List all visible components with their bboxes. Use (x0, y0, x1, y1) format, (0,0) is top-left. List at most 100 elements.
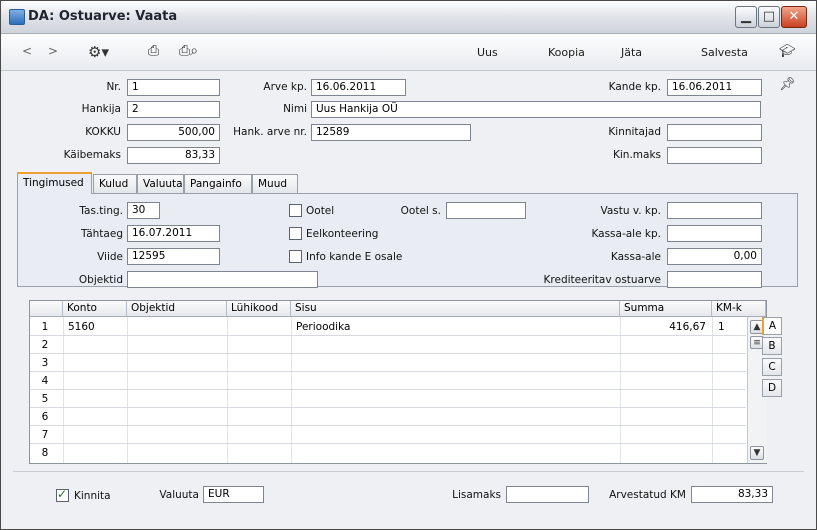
save-button[interactable]: Salvesta (701, 46, 748, 59)
arve-kp-label: Arve kp. (263, 81, 307, 93)
window-title: DA: Ostuarve: Vaata (28, 9, 178, 24)
grid-header-objektid[interactable]: Objektid (127, 301, 227, 317)
kaibemaks-label: Käibemaks (63, 149, 121, 161)
hank-arve-nr-field[interactable]: 12589 (311, 124, 471, 141)
kassa-ale-label: Kassa-ale (610, 251, 661, 263)
kinnita-checkbox[interactable] (56, 487, 69, 502)
viide-label: Viide (97, 251, 123, 263)
kinnita-label: Kinnita (74, 490, 111, 502)
row-number[interactable]: 3 (30, 357, 60, 369)
row-1-sisu[interactable]: Perioodika (296, 321, 350, 333)
side-tab-b[interactable]: B (762, 337, 782, 355)
objektid-label: Objektid (78, 274, 123, 286)
kassa-ale-kp-field[interactable] (667, 225, 762, 242)
print-icon[interactable]: ⎙ (148, 43, 159, 59)
row-number[interactable]: 4 (30, 375, 60, 387)
next-record-button[interactable]: > (48, 44, 58, 58)
row-1-km-k[interactable]: 1 (718, 321, 725, 333)
row-number[interactable]: 2 (30, 339, 60, 351)
hankija-label: Hankija (81, 103, 121, 115)
kaibemaks-field[interactable]: 83,33 (127, 147, 220, 164)
tab-pangainfo[interactable]: Pangainfo (184, 174, 252, 193)
footer-divider (13, 471, 804, 472)
nr-field[interactable]: 1 (127, 79, 220, 96)
copy-button[interactable]: Koopia (548, 46, 585, 59)
scroll-down-icon[interactable]: ▼ (750, 446, 764, 460)
vastu-v-kp-field[interactable] (667, 202, 762, 219)
tahtaeg-field[interactable]: 16.07.2011 (127, 225, 220, 242)
row-number[interactable]: 6 (30, 411, 60, 423)
row-number[interactable]: 1 (30, 321, 60, 333)
row-number[interactable]: 5 (30, 393, 60, 405)
gear-icon[interactable]: ⚙▾ (88, 43, 109, 61)
row-1-summa[interactable]: 416,67 (620, 321, 706, 333)
lisamaks-field[interactable] (506, 486, 589, 503)
grid-row-divider (30, 425, 746, 426)
nr-label: Nr. (106, 81, 121, 93)
title-bar: DA: Ostuarve: Vaata ▁ □ ✕ (1, 1, 816, 34)
tab-valuuta[interactable]: Valuuta (137, 174, 184, 193)
eelkonteering-label: Eelkonteering (306, 228, 379, 240)
grid-row-divider (30, 371, 746, 372)
grid-header-km-k[interactable]: KM-k (712, 301, 766, 317)
arvestatud-km-label: Arvestatud KM (609, 489, 686, 501)
nimi-field[interactable]: Uus Hankija OÜ (311, 101, 761, 118)
app-icon (9, 9, 25, 25)
maximize-button[interactable]: □ (758, 6, 780, 28)
kande-kp-label: Kande kp. (608, 81, 661, 93)
krediteeritav-label: Krediteeritav ostuarve (543, 274, 661, 286)
grid-header-sisu[interactable]: Sisu (291, 301, 620, 317)
kande-kp-field[interactable]: 16.06.2011 (667, 79, 762, 96)
grid-header-konto[interactable]: Konto (63, 301, 127, 317)
side-tab-a[interactable]: A (762, 317, 782, 335)
grid-col-divider (63, 317, 64, 463)
tab-muud[interactable]: Muud (252, 174, 298, 193)
grid-col-divider (712, 317, 713, 463)
row-number[interactable]: 8 (30, 447, 60, 459)
previous-record-button[interactable]: < (22, 44, 32, 58)
graduation-cap-icon[interactable]: 🎓︎ (779, 44, 796, 59)
tas-ting-field[interactable]: 30 (127, 202, 160, 219)
ootel-label: Ootel (306, 205, 335, 217)
tahtaeg-label: Tähtaeg (81, 228, 123, 240)
kassa-ale-field[interactable]: 0,00 (667, 248, 762, 265)
grid-row-divider (30, 443, 746, 444)
hank-arve-nr-label: Hank. arve nr. (233, 126, 307, 138)
krediteeritav-field[interactable] (667, 271, 762, 288)
minimize-icon: ▁ (741, 9, 751, 24)
arvestatud-km-field[interactable]: 83,33 (691, 486, 773, 503)
objektid-field[interactable] (127, 271, 318, 288)
print-preview-icon[interactable]: ⎙⌕ (179, 43, 198, 59)
row-1-konto[interactable]: 5160 (68, 321, 95, 333)
minimize-button[interactable]: ▁ (735, 6, 757, 28)
nimi-label: Nimi (283, 103, 307, 115)
grid-header-rownum (30, 301, 63, 317)
grid-header-luhikood[interactable]: Lühikood (227, 301, 291, 317)
info-kande-checkbox[interactable] (289, 250, 302, 263)
hankija-field[interactable]: 2 (127, 101, 220, 118)
grid-header-summa[interactable]: Summa (620, 301, 712, 317)
close-button[interactable]: ✕ (781, 6, 807, 28)
grid-col-divider (227, 317, 228, 463)
eelkonteering-checkbox[interactable] (289, 227, 302, 240)
info-kande-label: Info kande E osale (306, 251, 403, 263)
tab-kulud[interactable]: Kulud (93, 174, 137, 193)
discard-button[interactable]: Jäta (621, 46, 642, 59)
new-button[interactable]: Uus (477, 46, 498, 59)
arve-kp-field[interactable]: 16.06.2011 (311, 79, 406, 96)
kokku-label: KOKKU (85, 126, 121, 138)
valuuta-label: Valuuta (159, 489, 199, 501)
valuuta-field[interactable]: EUR (203, 486, 264, 503)
pin-icon[interactable]: 📌︎ (779, 77, 796, 92)
ootel-s-field[interactable] (446, 202, 526, 219)
row-number[interactable]: 7 (30, 429, 60, 441)
side-tab-c[interactable]: C (762, 358, 782, 376)
kokku-field[interactable]: 500,00 (127, 124, 220, 141)
tab-tingimused[interactable]: Tingimused (17, 172, 92, 194)
ootel-checkbox[interactable] (289, 204, 302, 217)
side-tab-d[interactable]: D (762, 379, 782, 397)
kinnitajad-field[interactable] (667, 124, 762, 141)
purchase-invoice-window: DA: Ostuarve: Vaata ▁ □ ✕ < > ⚙▾ ⎙ ⎙⌕ Uu… (0, 0, 817, 530)
viide-field[interactable]: 12595 (127, 248, 220, 265)
kin-maks-field[interactable] (667, 147, 762, 164)
